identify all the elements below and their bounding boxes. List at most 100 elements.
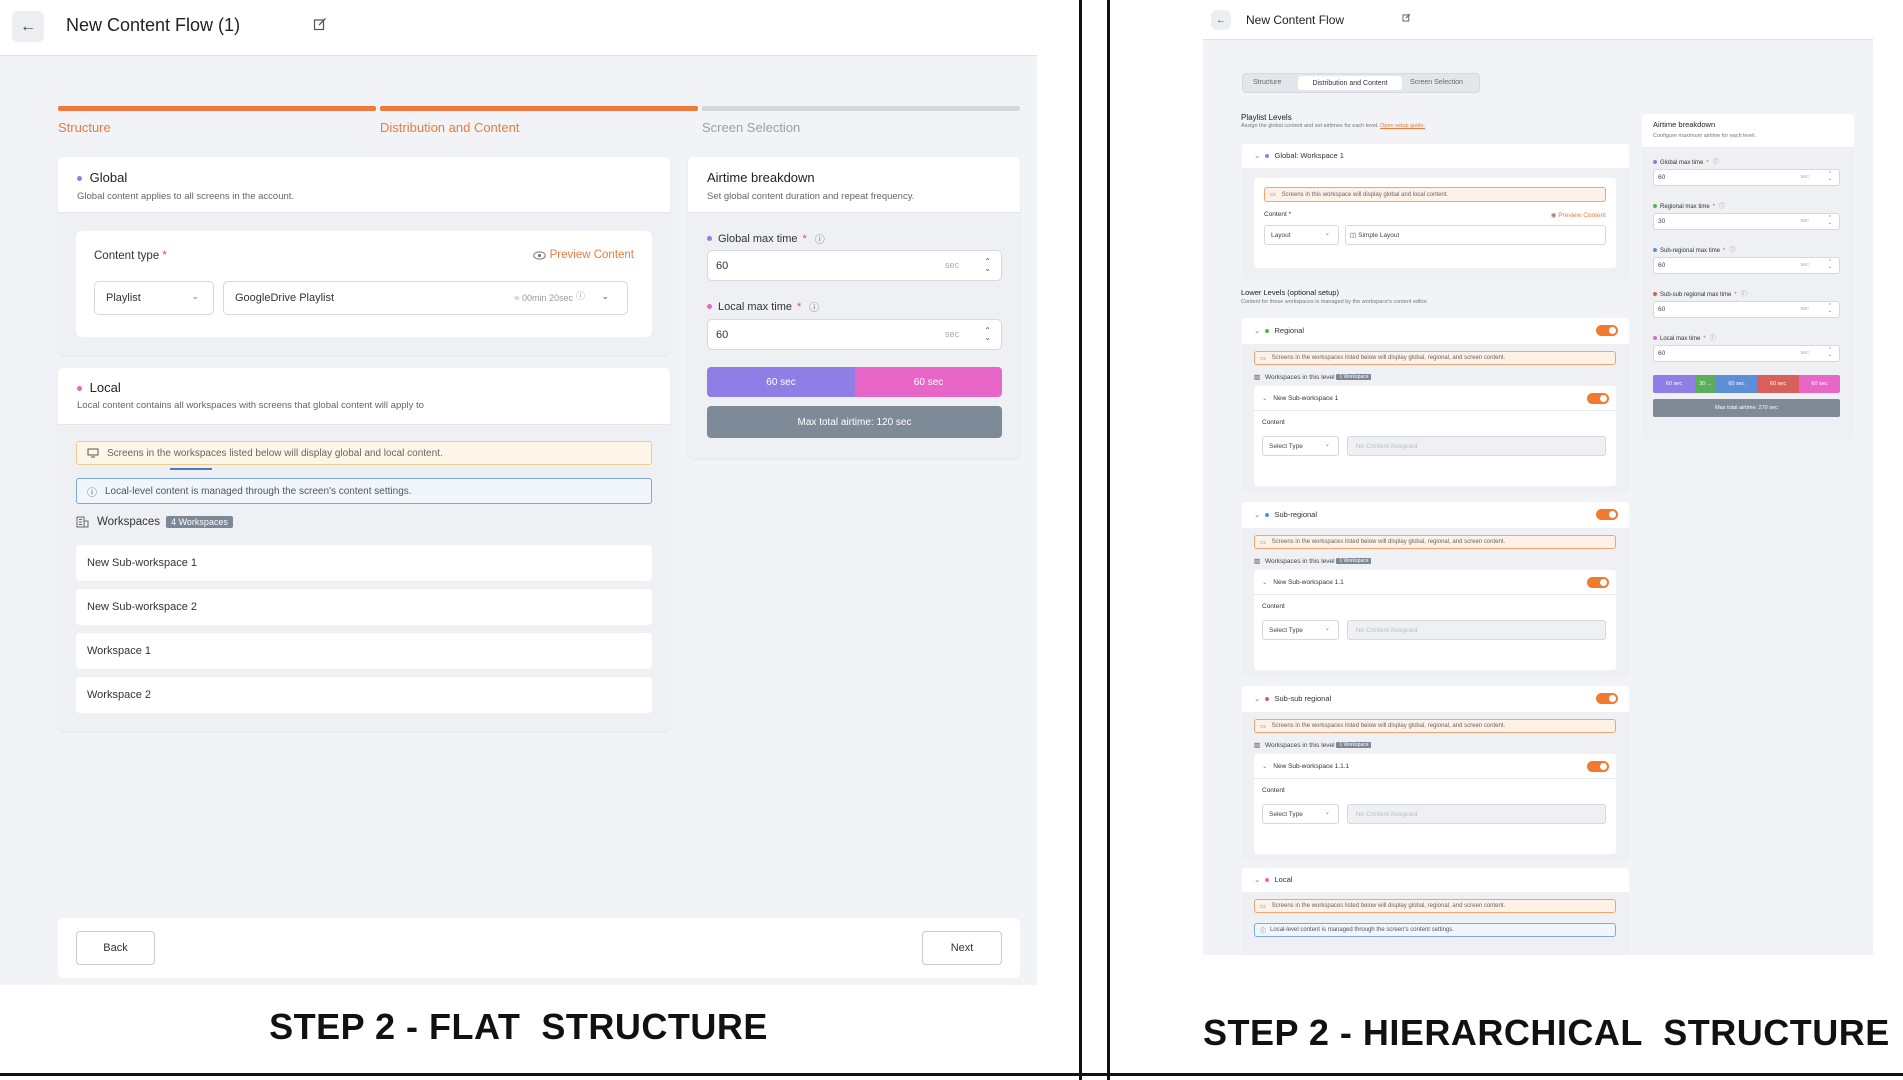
chevron-down-icon: ⌄ (1324, 441, 1330, 448)
select-type-dropdown[interactable]: Select Type ⌄ (1262, 436, 1339, 456)
local-max-time-input[interactable]: 60 sec ⌃ ⌄ (707, 319, 1002, 350)
level-toggle[interactable] (1596, 509, 1618, 520)
sub-workspace-title: New Sub-workspace 1.1.1 (1273, 763, 1350, 770)
workspace-count-badge: 1 Workspace (1336, 374, 1372, 381)
tab-distribution-and-content[interactable]: Distribution and Content (1298, 76, 1402, 90)
stepper-icon[interactable]: ⌃ ⌄ (1828, 260, 1832, 270)
airtime-field-input[interactable]: 60 sec ⌃ ⌄ (1653, 169, 1840, 186)
content-input-disabled: No Content Assigned (1347, 620, 1606, 640)
monitor-icon: ▭ (1260, 355, 1266, 362)
stepper-icon[interactable]: ⌃ ⌄ (1828, 348, 1832, 358)
step-label-screen-selection[interactable]: Screen Selection (702, 120, 800, 135)
divider-left (1079, 0, 1082, 1080)
airtime-segment: 60 sec (1716, 375, 1757, 393)
global-type-select[interactable]: Layout ⌄ (1264, 225, 1339, 245)
level-title: Sub-sub regional (1274, 694, 1332, 703)
eye-icon: ◉ (1550, 212, 1557, 219)
chevron-down-icon[interactable]: ⌄ (1254, 151, 1260, 160)
stepper-icon[interactable]: ⌃ ⌄ (1828, 172, 1832, 182)
level-toggle[interactable] (1596, 693, 1618, 704)
workspace-row[interactable]: New Sub-workspace 2 (76, 589, 652, 625)
workspaces-in-level-label: Workspaces in this level (1264, 558, 1335, 565)
chevron-down-icon: ⌄ (1324, 809, 1330, 816)
top-bar: ← New Content Flow (1203, 0, 1873, 40)
workspace-count-badge: 1 Workspace (1336, 558, 1372, 565)
airtime-field-input[interactable]: 60 sec ⌃ ⌄ (1653, 257, 1840, 274)
stepper-icon[interactable]: ⌃ ⌄ (1828, 304, 1832, 314)
preview-content-link[interactable]: Preview Content (532, 249, 634, 261)
max-total-airtime: Max total airtime: 270 sec (1653, 399, 1840, 417)
select-type-dropdown[interactable]: Select Type ⌄ (1262, 620, 1339, 640)
chevron-down-icon[interactable]: ⌄ (1254, 326, 1260, 335)
select-type-dropdown[interactable]: Select Type ⌄ (1262, 804, 1339, 824)
chevron-down-icon[interactable]: ⌄ (1254, 510, 1260, 519)
content-type-select[interactable]: Playlist ⌄ (94, 281, 214, 315)
sub-workspace-toggle[interactable] (1587, 393, 1609, 404)
sub-workspace-toggle[interactable] (1587, 577, 1609, 588)
divider-bottom (0, 1073, 1903, 1076)
building-icon: ▥ (1254, 558, 1261, 565)
workspaces-in-level-label: Workspaces in this level (1264, 374, 1335, 381)
preview-content-link[interactable]: ◉ Preview Content (1551, 211, 1606, 219)
tab-structure[interactable]: Structure (1253, 79, 1281, 86)
tab-screen-selection[interactable]: Screen Selection (1410, 79, 1463, 86)
workspaces-label: Workspaces (97, 516, 161, 528)
global-card-body: Content type * Preview Content Playlist … (58, 213, 670, 355)
level-toggle[interactable] (1596, 325, 1618, 336)
stepper-icon[interactable]: ⌃ ⌄ (984, 327, 991, 342)
workspace-row[interactable]: Workspace 1 (76, 633, 652, 669)
back-arrow-button[interactable]: ← (12, 11, 44, 42)
airtime-field-input[interactable]: 60 sec ⌃ ⌄ (1653, 301, 1840, 318)
chevron-down-icon[interactable]: ⌄ (1262, 395, 1267, 402)
stepper-icon[interactable]: ⌃ ⌄ (1828, 216, 1832, 226)
building-icon (76, 516, 89, 528)
level-card-sub-sub-regional: ⌄ Sub-sub regional ▭ Screens in the work… (1242, 686, 1629, 861)
edit-title-icon[interactable] (1402, 13, 1411, 22)
edit-title-icon[interactable] (313, 17, 327, 31)
step-label-distribution[interactable]: Distribution and Content (380, 120, 519, 135)
airtime-field-input[interactable]: 30 sec ⌃ ⌄ (1653, 213, 1840, 230)
sub-workspace-toggle[interactable] (1587, 761, 1609, 772)
local-subtitle: Local content contains all workspaces wi… (77, 400, 424, 411)
chevron-down-icon[interactable]: ⌄ (1254, 694, 1260, 703)
back-arrow-button[interactable]: ← (1211, 10, 1231, 30)
airtime-field-input[interactable]: 60 sec ⌃ ⌄ (1653, 345, 1840, 362)
airtime-title: Airtime breakdown (1653, 120, 1716, 129)
chevron-down-icon: ⌄ (1324, 625, 1330, 632)
level-title: Regional (1274, 326, 1305, 335)
airtime-card: Airtime breakdown Configure maximum airt… (1642, 114, 1854, 439)
airtime-field-label: Sub-regional max time * ⓘ (1653, 245, 1735, 254)
stepper-icon[interactable]: ⌃ ⌄ (984, 258, 991, 273)
airtime-segment: 60 sec (1757, 375, 1799, 393)
setup-guide-link[interactable]: Open setup guide. (1380, 123, 1425, 129)
building-icon: ▥ (1254, 742, 1261, 749)
global-subtitle: Global content applies to all screens in… (77, 191, 295, 202)
global-content-input[interactable]: ◫ Simple Layout (1345, 225, 1606, 245)
monitor-icon: ▭ (1260, 539, 1266, 546)
next-button[interactable]: Next (922, 931, 1002, 965)
workspace-row[interactable]: New Sub-workspace 1 (76, 545, 652, 581)
step-bar-structure (58, 106, 376, 111)
local-title: Local (89, 380, 121, 395)
level-warning-banner: ▭ Screens in the workspaces listed below… (1254, 351, 1616, 365)
global-max-time-input[interactable]: 60 sec ⌃ ⌄ (707, 250, 1002, 281)
chevron-down-icon[interactable]: ⌄ (1262, 579, 1267, 586)
sub-workspace-title: New Sub-workspace 1.1 (1273, 579, 1344, 586)
playlist-select[interactable]: GoogleDrive Playlist ≈ 00min 20sec ⓘ ⌄ (223, 281, 628, 315)
airtime-segment: 30 ... (1695, 375, 1716, 393)
level-warning-banner: ▭ Screens in the workspaces listed below… (1254, 535, 1616, 549)
airtime-segment: 60 sec (1799, 375, 1840, 393)
content-label: Content * (1264, 211, 1292, 218)
step-label-structure[interactable]: Structure (58, 120, 111, 135)
divider-right (1107, 0, 1110, 1080)
info-icon: ⓘ (1729, 248, 1736, 254)
back-button[interactable]: Back (76, 931, 155, 965)
airtime-subtitle: Configure maximum airtime for each level… (1653, 133, 1757, 139)
chevron-down-icon[interactable]: ⌄ (1254, 875, 1260, 884)
workspace-row[interactable]: Workspace 2 (76, 677, 652, 713)
local-warning-banner: ▭ Screens in the workspaces listed below… (1254, 899, 1616, 913)
chevron-down-icon[interactable]: ⌄ (1262, 763, 1267, 770)
airtime-title: Airtime breakdown (707, 170, 815, 185)
footer-bar: Back Next (58, 918, 1020, 978)
airtime-segment-global: 60 sec (707, 367, 855, 397)
